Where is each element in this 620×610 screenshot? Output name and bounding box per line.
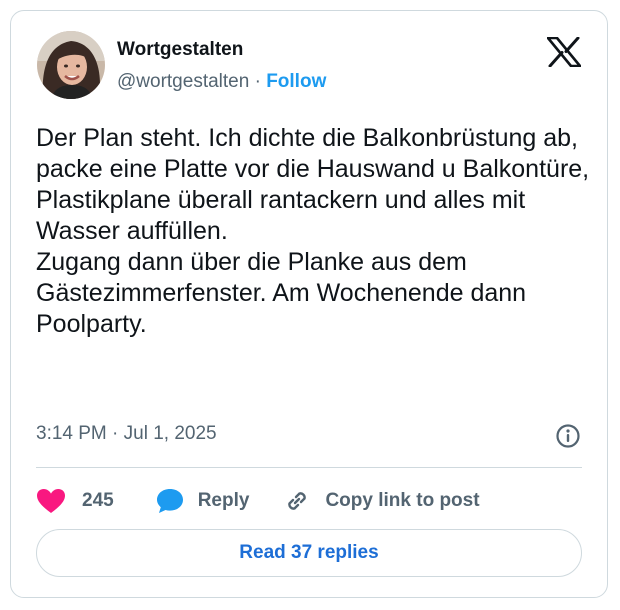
reply-button[interactable]: Reply: [156, 488, 250, 514]
avatar-image: [37, 31, 105, 99]
x-logo-icon[interactable]: [547, 37, 581, 67]
handle-row: @wortgestalten · Follow: [117, 71, 326, 93]
link-icon: [288, 492, 307, 510]
tweet-text: Der Plan steht. Ich dichte die Balkonbrü…: [36, 124, 590, 338]
reply-label: Reply: [197, 490, 250, 511]
action-bar: 245 Reply Copy link to post: [36, 481, 480, 521]
timestamp[interactable]: 3:14 PM · Jul 1, 2025: [36, 423, 217, 445]
tweet-card: Wortgestalten @wortgestalten · Follow De…: [10, 10, 608, 598]
handle[interactable]: @wortgestalten: [117, 71, 249, 92]
info-icon[interactable]: [555, 423, 581, 449]
separator: ·: [249, 71, 267, 92]
follow-button[interactable]: Follow: [266, 71, 326, 92]
read-replies-button[interactable]: Read 37 replies: [36, 529, 582, 577]
like-button[interactable]: 245: [36, 488, 114, 514]
speech-bubble-icon: [156, 489, 183, 513]
copy-link-label: Copy link to post: [325, 490, 480, 511]
read-replies-label: Read 37 replies: [239, 542, 379, 563]
heart-icon: [37, 489, 65, 513]
divider: [36, 467, 582, 468]
avatar[interactable]: [37, 31, 105, 99]
display-name[interactable]: Wortgestalten: [117, 39, 243, 61]
like-count: 245: [82, 490, 114, 511]
copy-link-button[interactable]: Copy link to post: [283, 487, 480, 515]
